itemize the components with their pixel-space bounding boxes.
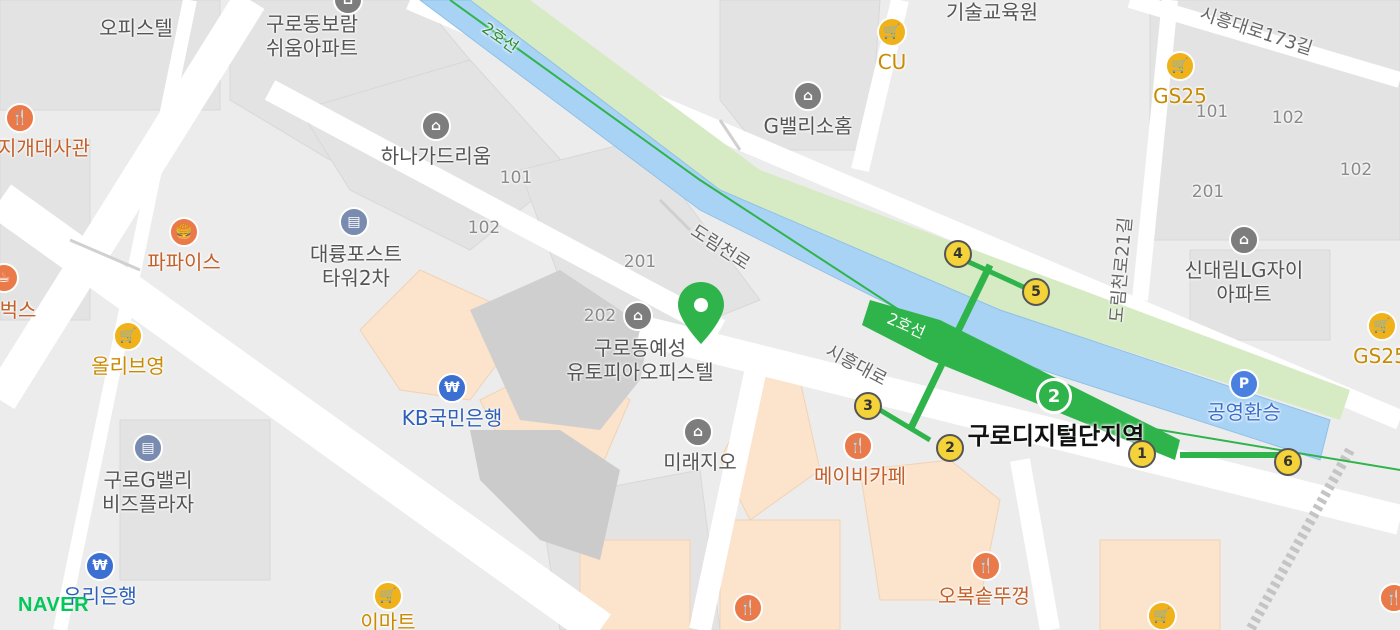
building-icon[interactable]: ⌂ [623, 301, 653, 331]
building-icon[interactable]: ⌂ [793, 81, 823, 111]
exit-6-marker[interactable]: 6 [1274, 448, 1302, 476]
building-number: 202 [583, 306, 617, 326]
won-icon[interactable]: ₩ [437, 373, 467, 403]
restaurant-icon[interactable]: 🍴 [733, 593, 763, 623]
restaurant-icon[interactable]: 🍴 [5, 103, 35, 133]
naver-logo: NAVER [18, 594, 90, 616]
map-canvas[interactable]: 🍴 🍔 ☕ 🛒 ₩ ₩ 🛒 ▤ ▤ ⌂ ⌂ ⌂ ⌂ ⌂ ⌂ 🛒 🛒 🛒 🛒 P … [0, 0, 1400, 630]
building-icon[interactable]: ⌂ [1229, 225, 1259, 255]
shopping-basket-icon[interactable]: 🛒 [373, 581, 403, 611]
building-number: 102 [467, 218, 501, 238]
building-number: 201 [623, 252, 657, 272]
restaurant-icon[interactable]: 🍴 [843, 431, 873, 461]
place-label[interactable]: 공영환승 [1207, 400, 1281, 424]
place-label[interactable]: 이마트 [360, 610, 415, 630]
place-label[interactable]: 구로G밸리 비즈플라자 [102, 468, 194, 516]
place-label[interactable]: G밸리소홈 [763, 114, 852, 138]
building-number: 102 [1271, 108, 1305, 128]
place-label[interactable]: 오복솥뚜껑 [938, 584, 1030, 608]
place-label[interactable]: 구로동보람 쉬움아파트 [266, 12, 358, 60]
restaurant-icon[interactable]: 🍔 [169, 217, 199, 247]
building-icon[interactable]: ⌂ [421, 111, 451, 141]
exit-3-marker[interactable]: 3 [854, 392, 882, 420]
exit-2-marker[interactable]: 2 [936, 434, 964, 462]
place-label[interactable]: 메이비카페 [814, 464, 906, 488]
place-label[interactable]: CU [878, 50, 907, 74]
office-building-icon[interactable]: ▤ [339, 207, 369, 237]
building-number: 102 [1339, 160, 1373, 180]
building-number: 101 [1195, 102, 1229, 122]
location-pin-icon[interactable] [676, 280, 726, 346]
place-label[interactable]: 미래지오 [663, 450, 737, 474]
line2-station-icon[interactable]: 2 [1036, 378, 1072, 414]
place-label[interactable]: 기술교육원 [946, 0, 1038, 24]
exit-1-marker[interactable]: 1 [1128, 440, 1156, 468]
building-icon[interactable]: ⌂ [683, 417, 713, 447]
place-label[interactable]: GS25 [1353, 344, 1400, 368]
exit-5-marker[interactable]: 5 [1022, 278, 1050, 306]
place-label[interactable]: 벅스 [0, 298, 36, 322]
shopping-basket-icon[interactable]: 🛒 [113, 321, 143, 351]
shopping-basket-icon[interactable]: 🛒 [1165, 51, 1195, 81]
place-label[interactable]: 대륭포스트 타워2차 [310, 242, 402, 290]
place-label[interactable]: 지개대사관 [0, 136, 90, 160]
place-label[interactable]: KB국민은행 [402, 406, 502, 430]
building-number: 101 [499, 168, 533, 188]
won-icon[interactable]: ₩ [85, 551, 115, 581]
place-label[interactable]: 하나가드리움 [381, 144, 491, 168]
shopping-basket-icon[interactable]: 🛒 [1147, 601, 1177, 630]
exit-4-marker[interactable]: 4 [944, 240, 972, 268]
shopping-basket-icon[interactable]: 🛒 [1367, 311, 1397, 341]
place-label[interactable]: 올리브영 [91, 354, 165, 378]
restaurant-icon[interactable]: 🍴 [971, 551, 1001, 581]
parking-icon[interactable]: P [1229, 369, 1259, 399]
station-label[interactable]: 구로디지털단지역 [968, 424, 1145, 448]
office-building-icon[interactable]: ▤ [133, 433, 163, 463]
place-label[interactable]: 오피스텔 [99, 16, 173, 40]
building-number: 201 [1191, 182, 1225, 202]
place-label[interactable]: 파파이스 [147, 250, 221, 274]
shopping-basket-icon[interactable]: 🛒 [877, 17, 907, 47]
place-label[interactable]: 신대림LG자이 아파트 [1185, 258, 1304, 306]
